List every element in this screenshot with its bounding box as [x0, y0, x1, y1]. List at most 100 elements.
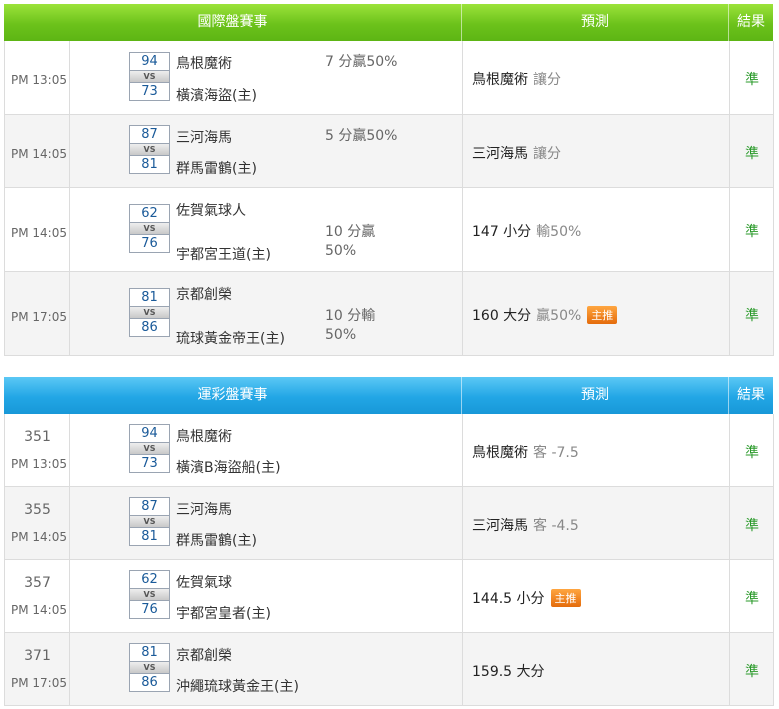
score-box: 62 VS 76 — [129, 570, 170, 619]
prediction: 147 小分 輸50% — [472, 224, 582, 240]
home-score: 86 — [129, 673, 170, 692]
home-score: 76 — [129, 234, 170, 253]
table-row: 371 PM 17:05 81 VS 86 京都創榮 沖繩琉球黃金王(主) 15… — [5, 633, 774, 706]
result-label: 準 — [745, 664, 759, 680]
home-score: 73 — [129, 82, 170, 101]
away-team: 鳥根魔術 — [176, 56, 232, 72]
result-label: 準 — [745, 146, 759, 162]
table-row: 355 PM 14:05 87 VS 81 三河海馬 群馬雷鶴(主) 三河海馬客… — [5, 487, 774, 560]
handicap-text: 5 分贏50% — [325, 128, 398, 144]
game-number: 351 — [24, 429, 51, 445]
away-score: 87 — [129, 497, 170, 516]
prediction: 159.5 大分 — [472, 664, 545, 680]
home-score: 81 — [129, 155, 170, 174]
home-team: 橫濱海盜(主) — [176, 88, 257, 104]
away-score: 62 — [129, 570, 170, 589]
score-box: 94 VS 73 — [129, 424, 170, 473]
home-team: 橫濱B海盜船(主) — [176, 460, 281, 476]
home-score: 76 — [129, 600, 170, 619]
away-score: 87 — [129, 125, 170, 144]
sports-lottery-rows: 351 PM 13:05 94 VS 73 鳥根魔術 橫濱B海盜船(主) 鳥根魔… — [4, 414, 774, 706]
vs-label: VS — [129, 71, 170, 82]
vs-label: VS — [129, 144, 170, 155]
away-team: 京都創榮 — [176, 648, 232, 664]
sports-lottery-header: 運彩盤賽事 預測 結果 — [4, 377, 773, 414]
match-time: PM 14:05 — [11, 603, 67, 617]
away-score: 81 — [129, 288, 170, 307]
result-column-header: 結果 — [729, 4, 773, 41]
match-time: PM 14:05 — [11, 530, 67, 544]
result-label: 準 — [745, 591, 759, 607]
vs-label: VS — [129, 443, 170, 454]
home-team: 宇都宮皇者(主) — [176, 606, 271, 622]
score-box: 81 VS 86 — [129, 643, 170, 692]
home-score: 86 — [129, 318, 170, 337]
away-score: 62 — [129, 204, 170, 223]
handicap-text: 7 分贏50% — [325, 54, 398, 70]
handicap-text: 10 分輸 50% — [325, 308, 376, 343]
result-column-header: 結果 — [729, 377, 773, 414]
featured-pick-badge: 主推 — [550, 589, 581, 607]
table-row: PM 13:05 94 VS 73 鳥根魔術 橫濱海盜(主) 7 分贏50% 鳥… — [5, 41, 774, 115]
match-time: PM 14:05 — [11, 226, 67, 240]
table-row: PM 14:05 62 VS 76 佐賀氣球人 宇都宮王道(主) 10 分贏 5… — [5, 188, 774, 272]
table-row: 357 PM 14:05 62 VS 76 佐賀氣球 宇都宮皇者(主) 144.… — [5, 560, 774, 633]
score-box: 81 VS 86 — [129, 288, 170, 337]
prediction: 160 大分 贏50% 主推 — [472, 305, 618, 325]
away-score: 94 — [129, 424, 170, 443]
score-box: 87 VS 81 — [129, 497, 170, 546]
match-time: PM 13:05 — [11, 457, 67, 471]
prediction-column-header: 預測 — [462, 4, 729, 41]
result-label: 準 — [745, 518, 759, 534]
home-team: 琉球黃金帝王(主) — [176, 331, 285, 347]
away-team: 佐賀氣球人 — [176, 203, 246, 219]
home-score: 73 — [129, 454, 170, 473]
result-label: 準 — [745, 72, 759, 88]
vs-label: VS — [129, 662, 170, 673]
home-score: 81 — [129, 527, 170, 546]
home-team: 宇都宮王道(主) — [176, 247, 271, 263]
prediction: 三河海馬客 -4.5 — [472, 518, 579, 534]
prediction: 鳥根魔術 讓分 — [472, 72, 561, 88]
prediction: 三河海馬 讓分 — [472, 146, 561, 162]
international-section: 國際盤賽事 預測 結果 PM 13:05 94 VS 73 鳥根魔術 橫濱海盜(… — [4, 4, 774, 356]
away-score: 94 — [129, 52, 170, 71]
away-team: 三河海馬 — [176, 502, 232, 518]
result-label: 準 — [745, 445, 759, 461]
home-team: 沖繩琉球黃金王(主) — [176, 679, 299, 695]
home-team: 群馬雷鶴(主) — [176, 161, 257, 177]
match-column-header: 運彩盤賽事 — [4, 377, 462, 414]
result-label: 準 — [745, 308, 759, 324]
score-box: 94 VS 73 — [129, 52, 170, 101]
vs-label: VS — [129, 307, 170, 318]
match-time: PM 14:05 — [11, 147, 67, 161]
score-box: 87 VS 81 — [129, 125, 170, 174]
table-row: PM 17:05 81 VS 86 京都創榮 琉球黃金帝王(主) 10 分輸 5… — [5, 272, 774, 356]
away-team: 佐賀氣球 — [176, 575, 232, 591]
game-number: 355 — [24, 502, 51, 518]
home-team: 群馬雷鶴(主) — [176, 533, 257, 549]
vs-label: VS — [129, 589, 170, 600]
prediction: 鳥根魔術客 -7.5 — [472, 445, 579, 461]
vs-label: VS — [129, 516, 170, 527]
away-team: 三河海馬 — [176, 130, 232, 146]
featured-pick-badge: 主推 — [587, 306, 618, 324]
game-number: 371 — [24, 648, 51, 664]
table-row: 351 PM 13:05 94 VS 73 鳥根魔術 橫濱B海盜船(主) 鳥根魔… — [5, 414, 774, 487]
handicap-text: 10 分贏 50% — [325, 224, 376, 259]
match-column-header: 國際盤賽事 — [4, 4, 462, 41]
sports-lottery-section: 運彩盤賽事 預測 結果 351 PM 13:05 94 VS 73 鳥根魔術 橫… — [4, 377, 774, 707]
prediction-column-header: 預測 — [462, 377, 729, 414]
away-team: 京都創榮 — [176, 287, 232, 303]
table-row: PM 14:05 87 VS 81 三河海馬 群馬雷鶴(主) 5 分贏50% 三… — [5, 115, 774, 188]
international-rows: PM 13:05 94 VS 73 鳥根魔術 橫濱海盜(主) 7 分贏50% 鳥… — [4, 41, 774, 356]
match-time: PM 17:05 — [11, 310, 67, 324]
game-number: 357 — [24, 575, 51, 591]
away-team: 鳥根魔術 — [176, 429, 232, 445]
result-label: 準 — [745, 224, 759, 240]
away-score: 81 — [129, 643, 170, 662]
vs-label: VS — [129, 223, 170, 234]
match-time: PM 13:05 — [11, 73, 67, 87]
prediction: 144.5 小分 主推 — [472, 588, 581, 608]
international-header: 國際盤賽事 預測 結果 — [4, 4, 773, 41]
